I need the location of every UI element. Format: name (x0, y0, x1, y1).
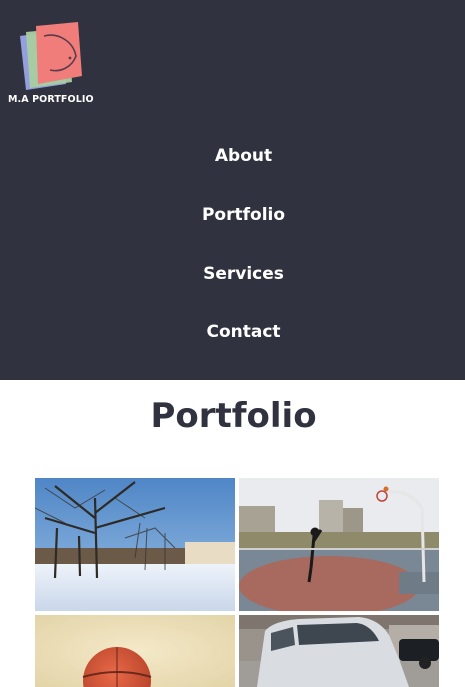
nav-link-services[interactable]: Services (0, 263, 465, 285)
portfolio-gallery (35, 478, 439, 687)
brand-logo[interactable]: M.A PORTFOLIO (8, 22, 98, 108)
basketball-closeup-photo[interactable] (35, 615, 235, 687)
nav-link-about[interactable]: About (0, 145, 465, 167)
nav-link-contact[interactable]: Contact (0, 321, 465, 343)
snowy-park-photo[interactable] (35, 478, 235, 611)
logo-text: M.A PORTFOLIO (8, 94, 94, 105)
basketball-court-photo[interactable] (239, 478, 439, 611)
nav-link-portfolio[interactable]: Portfolio (0, 204, 465, 226)
parked-car-photo[interactable] (239, 615, 439, 687)
portfolio-heading: Portfolio (150, 396, 317, 436)
stacked-pages-logo-icon (20, 22, 82, 90)
site-header: M.A PORTFOLIO About Portfolio Services C… (0, 0, 465, 380)
